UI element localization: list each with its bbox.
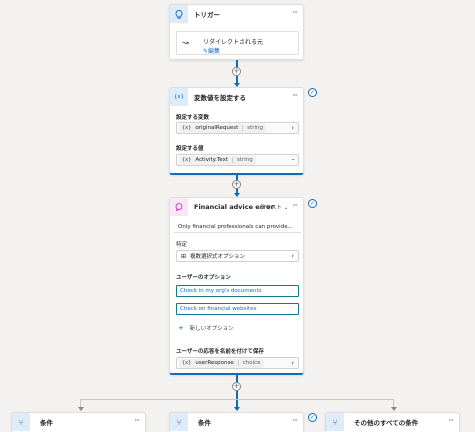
condition-node-right[interactable]: ⑂ その他のすべての条件 ··· — [325, 412, 460, 432]
plus-icon: + — [178, 324, 184, 332]
trigger-node[interactable]: トリガー ··· ↝ リダイレクトされる元 ✎編集 — [169, 4, 304, 60]
add-node-button-3[interactable]: + — [232, 382, 241, 391]
redirect-box[interactable]: ↝ リダイレクトされる元 ✎編集 — [176, 31, 299, 55]
redirect-label: リダイレクトされる元 — [203, 39, 264, 46]
condition-right-header: ⑂ その他のすべての条件 ··· — [326, 413, 459, 431]
value-tag: {x} Activity.Text string — [179, 155, 256, 165]
lightbulb-icon — [170, 5, 188, 23]
message-text: Only financial professionals can provide… — [178, 224, 293, 230]
check-icon: ✓ — [308, 199, 317, 208]
chevron-right-icon: › — [291, 359, 294, 367]
redirect-icon: ↝ — [182, 38, 189, 47]
chevron-right-icon: › — [291, 252, 294, 260]
arrow-icon — [234, 407, 240, 411]
question-node[interactable]: Financial advice error テキスト ⌄ ··· Only f… — [169, 197, 304, 375]
identify-value: 複数選択式オプション — [190, 254, 246, 260]
variable-icon: {x} — [170, 88, 188, 106]
type-label: テキスト — [260, 205, 282, 211]
variable-icon: {x} — [182, 360, 192, 366]
value-label: 設定する値 — [176, 146, 204, 152]
branch-icon: ⑂ — [170, 413, 188, 431]
chevron-down-icon: ⌄ — [281, 205, 289, 211]
value-field[interactable]: {x} Activity.Text string ··· — [176, 154, 299, 166]
trigger-title: トリガー — [194, 11, 220, 19]
save-response-label: ユーザーの応答を名前を付けて保存 — [176, 349, 264, 355]
condition-center-title: 条件 — [198, 419, 211, 427]
options-label: ユーザーのオプション — [176, 275, 231, 281]
add-node-button-1[interactable]: + — [232, 67, 241, 76]
add-node-button-2[interactable]: + — [232, 180, 241, 189]
variable-field[interactable]: {x} originalRequest string › — [176, 122, 299, 134]
save-var-tag: {x} userResponse choice — [179, 358, 264, 368]
variable-type: string — [242, 125, 263, 131]
question-header: Financial advice error テキスト ⌄ ··· — [170, 198, 303, 216]
value-name: Activity.Text — [195, 157, 228, 163]
check-icon: ✓ — [308, 88, 317, 97]
set-variable-node[interactable]: {x} 変数値を設定する ··· 設定する変数 {x} originalRequ… — [169, 87, 304, 175]
save-response-field[interactable]: {x} userResponse choice › — [176, 357, 299, 369]
value-more-button[interactable]: ··· — [291, 157, 295, 164]
type-dropdown[interactable]: テキスト ⌄ — [260, 203, 288, 211]
variable-icon: {x} — [182, 125, 192, 131]
chevron-right-icon: › — [291, 124, 294, 132]
check-icon: ✓ — [308, 413, 317, 422]
option-item-1[interactable]: Check in my org's documents — [176, 285, 299, 297]
value-type: string — [231, 157, 253, 163]
branch-line — [80, 399, 394, 400]
flow-canvas[interactable]: トリガー ··· ↝ リダイレクトされる元 ✎編集 + {x} 変数値を設定する… — [0, 0, 475, 432]
set-variable-more-button[interactable]: ··· — [292, 92, 298, 100]
connector-3 — [236, 375, 238, 409]
edit-link[interactable]: ✎編集 — [203, 46, 220, 55]
grid-icon: ⊞ — [181, 252, 187, 260]
arrow-icon — [391, 407, 397, 411]
condition-center-header: ⑂ 条件 ··· — [170, 413, 303, 431]
condition-right-title: その他のすべての条件 — [354, 419, 419, 427]
condition-node-center[interactable]: ⑂ 条件 ··· — [169, 412, 304, 432]
edit-link-label: 編集 — [208, 48, 221, 55]
branch-icon: ⑂ — [12, 413, 30, 431]
new-option-button[interactable]: + 新しいオプション — [178, 324, 234, 332]
save-var-type: choice — [237, 360, 261, 366]
condition-left-header: ⑂ 条件 ··· — [12, 413, 145, 431]
condition-left-more-button[interactable]: ··· — [134, 417, 140, 425]
variable-tag: {x} originalRequest string — [179, 123, 267, 133]
condition-left-title: 条件 — [40, 419, 53, 427]
message-box[interactable]: Only financial professionals can provide… — [174, 221, 301, 233]
trigger-more-button[interactable]: ··· — [292, 9, 298, 17]
set-variable-title: 変数値を設定する — [194, 94, 246, 102]
identify-label: 特定 — [176, 242, 188, 248]
trigger-header: トリガー ··· — [170, 5, 303, 23]
variable-name: originalRequest — [195, 125, 239, 131]
option-item-2[interactable]: Check on financial websites — [176, 303, 299, 315]
new-option-label: 新しいオプション — [189, 326, 234, 332]
save-var-name: userResponse — [195, 360, 234, 366]
condition-right-more-button[interactable]: ··· — [448, 417, 454, 425]
branch-icon: ⑂ — [326, 413, 344, 431]
chat-bubble-icon — [170, 198, 188, 216]
variable-label: 設定する変数 — [176, 115, 210, 121]
condition-node-left[interactable]: ⑂ 条件 ··· — [11, 412, 146, 432]
identify-field[interactable]: ⊞ 複数選択式オプション › — [176, 250, 299, 262]
arrow-icon — [78, 407, 84, 411]
variable-icon: {x} — [182, 157, 192, 163]
question-more-button[interactable]: ··· — [292, 202, 298, 210]
condition-center-more-button[interactable]: ··· — [292, 417, 298, 425]
set-variable-header: {x} 変数値を設定する ··· — [170, 88, 303, 106]
